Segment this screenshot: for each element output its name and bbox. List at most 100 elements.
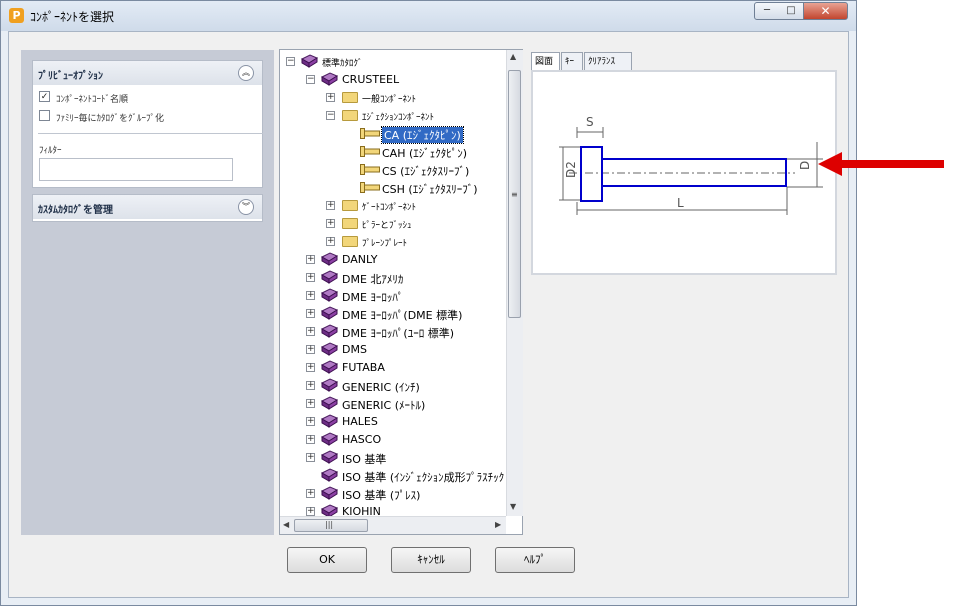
- preview-options-header[interactable]: ﾌﾟﾘﾋﾞｭｰｵﾌﾟｼｮﾝ ︽: [33, 61, 262, 85]
- tree-item-label: DME ﾖｰﾛｯﾊﾟ(ﾕｰﾛ 標準): [342, 327, 454, 340]
- tree-item-catalog[interactable]: + HALES: [280, 413, 520, 431]
- expand-toggle-icon[interactable]: +: [326, 201, 335, 210]
- tree-item-ejection-2[interactable]: CS (ｴｼﾞｪｸﾀｽﾘｰﾌﾞ): [280, 161, 520, 179]
- expand-toggle-icon[interactable]: +: [326, 93, 335, 102]
- tree-item-label: DME ﾖｰﾛｯﾊﾟ: [342, 291, 404, 304]
- catalog-book-icon: [320, 324, 339, 338]
- expand-toggle-icon[interactable]: +: [306, 327, 315, 336]
- cancel-button[interactable]: ｷｬﾝｾﾙ: [391, 547, 471, 573]
- tree-item-label: ﾋﾟﾗｰとﾌﾞｯｼｭ: [362, 221, 412, 231]
- tree-item-crusteel-more-0[interactable]: + ｹﾞｰﾄｺﾝﾎﾟｰﾈﾝﾄ: [280, 197, 520, 215]
- tab-drawing[interactable]: 図面: [531, 52, 560, 72]
- tree-horizontal-scrollbar[interactable]: ◀ ||| ▶: [280, 516, 506, 534]
- hscroll-thumb[interactable]: |||: [294, 519, 368, 532]
- expand-toggle-icon[interactable]: +: [306, 291, 315, 300]
- tree-item-label: DMS: [342, 343, 367, 356]
- tree-item-catalog[interactable]: + DME ﾖｰﾛｯﾊﾟ: [280, 287, 520, 305]
- tree-item-label: GENERIC (ｲﾝﾁ): [342, 381, 420, 394]
- dim-s-label: S: [586, 115, 594, 129]
- expand-toggle-icon[interactable]: +: [306, 345, 315, 354]
- tree-item-label: ｴｼﾞｪｸｼｮﾝｺﾝﾎﾟｰﾈﾝﾄ: [362, 113, 435, 123]
- custom-catalog-title: ｶｽﾀﾑｶﾀﾛｸﾞを管理: [38, 205, 113, 216]
- close-button[interactable]: ✕: [803, 2, 848, 20]
- tree-item-catalog[interactable]: + DANLY: [280, 251, 520, 269]
- tree-item-catalog[interactable]: + DMS: [280, 341, 520, 359]
- group-by-family-label: ﾌｧﾐﾘｰ毎にｶﾀﾛｸﾞをｸﾞﾙｰﾌﾟ化: [56, 114, 165, 124]
- tree-item-crusteel-more-2[interactable]: + ﾌﾟﾚｰﾝﾌﾟﾚｰﾄ: [280, 233, 520, 251]
- tree-item-ejection[interactable]: − ｴｼﾞｪｸｼｮﾝｺﾝﾎﾟｰﾈﾝﾄ: [280, 107, 520, 125]
- expand-toggle-icon[interactable]: +: [326, 237, 335, 246]
- tree-vertical-scrollbar[interactable]: ▲ ≡ ▼: [506, 50, 523, 516]
- tree-item-label: ﾌﾟﾚｰﾝﾌﾟﾚｰﾄ: [362, 239, 408, 249]
- dialog-window: P ｺﾝﾎﾟｰﾈﾝﾄを選択 ─ □ ✕ ﾌﾟﾘﾋﾞｭｰｵﾌﾟｼｮﾝ ︽ ✓ ｺﾝ…: [0, 0, 857, 606]
- tree-item-label: ISO 基準: [342, 453, 387, 466]
- tree-item-label: ISO 基準 (ｲﾝｼﾞｪｸｼｮﾝ成形ﾌﾟﾗｽﾁｯｸ: [342, 471, 505, 484]
- pin-outline: [580, 146, 787, 202]
- expand-toggle-icon[interactable]: +: [306, 255, 315, 264]
- collapse-icon[interactable]: ︽: [238, 65, 254, 81]
- tree-item-catalog[interactable]: + FUTABA: [280, 359, 520, 377]
- tree-item-label: CAH (ｴｼﾞｪｸﾀﾋﾟﾝ): [382, 147, 468, 160]
- sort-by-code-label: ｺﾝﾎﾟｰﾈﾝﾄｺｰﾄﾞ名順: [56, 95, 129, 105]
- tree-item-catalog[interactable]: ISO 基準 (ｲﾝｼﾞｪｸｼｮﾝ成形ﾌﾟﾗｽﾁｯｸ: [280, 467, 520, 485]
- scroll-up-arrow[interactable]: ▲: [510, 52, 516, 61]
- tree-item-label: DANLY: [342, 253, 378, 266]
- tree-item-crusteel[interactable]: − CRUSTEEL: [280, 71, 520, 89]
- expand-toggle-icon[interactable]: +: [306, 399, 315, 408]
- tree-item-ejection-1[interactable]: CAH (ｴｼﾞｪｸﾀﾋﾟﾝ): [280, 143, 520, 161]
- expand-toggle-icon[interactable]: −: [286, 57, 295, 66]
- tree-item-catalog[interactable]: + DME ﾖｰﾛｯﾊﾟ(ﾕｰﾛ 標準): [280, 323, 520, 341]
- catalog-book-icon: [320, 252, 339, 266]
- filter-label: ﾌｨﾙﾀｰ: [39, 146, 62, 156]
- tab-clearance[interactable]: ｸﾘｱﾗﾝｽ: [584, 52, 632, 70]
- expand-toggle-icon[interactable]: +: [306, 381, 315, 390]
- title-bar[interactable]: P ｺﾝﾎﾟｰﾈﾝﾄを選択 ─ □ ✕: [1, 1, 856, 31]
- tree-item-catalog[interactable]: + HASCO: [280, 431, 520, 449]
- tree-item-catalog[interactable]: + GENERIC (ﾒｰﾄﾙ): [280, 395, 520, 413]
- tab-key[interactable]: ｷｰ: [561, 52, 583, 70]
- tree-item-catalog[interactable]: + ISO 基準: [280, 449, 520, 467]
- catalog-book-icon: [300, 54, 319, 68]
- tree-item-catalog[interactable]: + ISO 基準 (ﾌﾟﾚｽ): [280, 485, 520, 503]
- maximize-button[interactable]: □: [779, 2, 804, 20]
- tree-item-general[interactable]: + 一般ｺﾝﾎﾟｰﾈﾝﾄ: [280, 89, 520, 107]
- expand-toggle-icon[interactable]: +: [306, 273, 315, 282]
- expand-toggle-icon[interactable]: +: [306, 309, 315, 318]
- tree-item-ca-selected[interactable]: CA (ｴｼﾞｪｸﾀﾋﾟﾝ): [280, 125, 520, 144]
- tree-item-label: DME 北ｱﾒﾘｶ: [342, 273, 404, 286]
- ok-button[interactable]: OK: [287, 547, 367, 573]
- group-by-family-checkbox[interactable]: [39, 110, 50, 121]
- tree-item-catalog[interactable]: + GENERIC (ｲﾝﾁ): [280, 377, 520, 395]
- help-button[interactable]: ﾍﾙﾌﾟ: [495, 547, 575, 573]
- expand-toggle-icon[interactable]: +: [326, 219, 335, 228]
- catalog-book-icon: [320, 342, 339, 356]
- component-icon: [360, 182, 380, 193]
- tree-root[interactable]: − 標準ｶﾀﾛｸﾞ: [280, 53, 520, 71]
- divider: [38, 133, 263, 134]
- custom-catalog-header[interactable]: ｶｽﾀﾑｶﾀﾛｸﾞを管理 ︾: [33, 195, 262, 219]
- tree-item-catalog[interactable]: + DME ﾖｰﾛｯﾊﾟ(DME 標準): [280, 305, 520, 323]
- filter-input[interactable]: [39, 158, 233, 181]
- expand-toggle-icon[interactable]: +: [306, 435, 315, 444]
- dim-d-label: D: [798, 161, 812, 170]
- catalog-tree[interactable]: − 標準ｶﾀﾛｸﾞ − CRUSTEEL + 一般ｺﾝﾎﾟｰﾈﾝﾄ − ｴｼﾞｪｸｼｮﾝｺﾝﾎ…: [279, 49, 523, 535]
- sort-by-code-checkbox[interactable]: ✓: [39, 91, 50, 102]
- expand-toggle-icon[interactable]: +: [306, 507, 315, 516]
- expand-toggle-icon[interactable]: +: [306, 363, 315, 372]
- expand-toggle-icon[interactable]: −: [326, 111, 335, 120]
- expand-toggle-icon[interactable]: −: [306, 75, 315, 84]
- tree-item-catalog[interactable]: + DME 北ｱﾒﾘｶ: [280, 269, 520, 287]
- tree-item-ejection-3[interactable]: CSH (ｴｼﾞｪｸﾀｽﾘｰﾌﾞ): [280, 179, 520, 197]
- expand-toggle-icon[interactable]: +: [306, 417, 315, 426]
- expand-toggle-icon[interactable]: +: [306, 489, 315, 498]
- scroll-left-arrow[interactable]: ◀: [283, 520, 289, 529]
- minimize-button[interactable]: ─: [754, 2, 780, 20]
- component-icon: [360, 164, 380, 175]
- scroll-down-arrow[interactable]: ▼: [510, 502, 516, 511]
- tree-item-crusteel-more-1[interactable]: + ﾋﾟﾗｰとﾌﾞｯｼｭ: [280, 215, 520, 233]
- tree-item-label: CRUSTEEL: [342, 73, 400, 86]
- tree-item-label: 標準ｶﾀﾛｸﾞ: [322, 59, 363, 69]
- expand-toggle-icon[interactable]: +: [306, 453, 315, 462]
- scroll-right-arrow[interactable]: ▶: [495, 520, 501, 529]
- expand-icon[interactable]: ︾: [238, 199, 254, 215]
